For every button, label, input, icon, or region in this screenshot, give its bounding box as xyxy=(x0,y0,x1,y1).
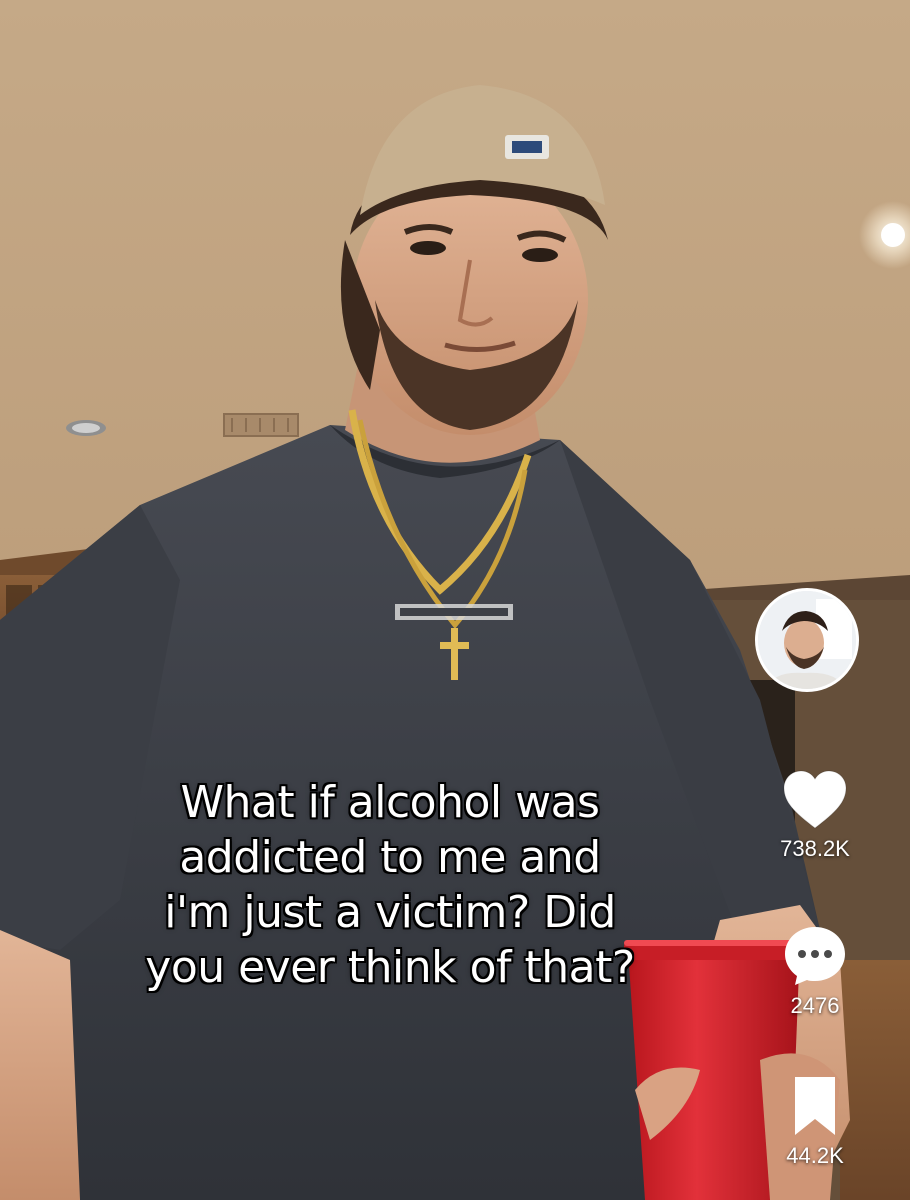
comment-bubble-icon xyxy=(785,927,845,985)
comment-count: 2476 xyxy=(790,993,840,1018)
avatar-image xyxy=(758,591,856,689)
creator-avatar[interactable] xyxy=(755,588,859,692)
comment-button[interactable]: 2476 xyxy=(755,925,875,1019)
video-caption: What if alcohol was addicted to me and i… xyxy=(70,775,710,995)
save-button[interactable]: 44.2K xyxy=(755,1075,875,1169)
like-count: 738.2K xyxy=(780,836,850,861)
caption-line: you ever think of that? xyxy=(145,942,635,993)
action-rail: 738.2K 2476 44.2K xyxy=(755,0,910,1200)
caption-line: addicted to me and xyxy=(179,832,601,883)
save-count: 44.2K xyxy=(786,1143,844,1168)
heart-icon xyxy=(783,770,847,829)
like-button[interactable]: 738.2K xyxy=(755,770,875,862)
video-player[interactable]: What if alcohol was addicted to me and i… xyxy=(0,0,910,1200)
caption-line: i'm just a victim? Did xyxy=(164,887,616,938)
bookmark-icon xyxy=(795,1077,835,1135)
caption-line: What if alcohol was xyxy=(180,777,600,828)
